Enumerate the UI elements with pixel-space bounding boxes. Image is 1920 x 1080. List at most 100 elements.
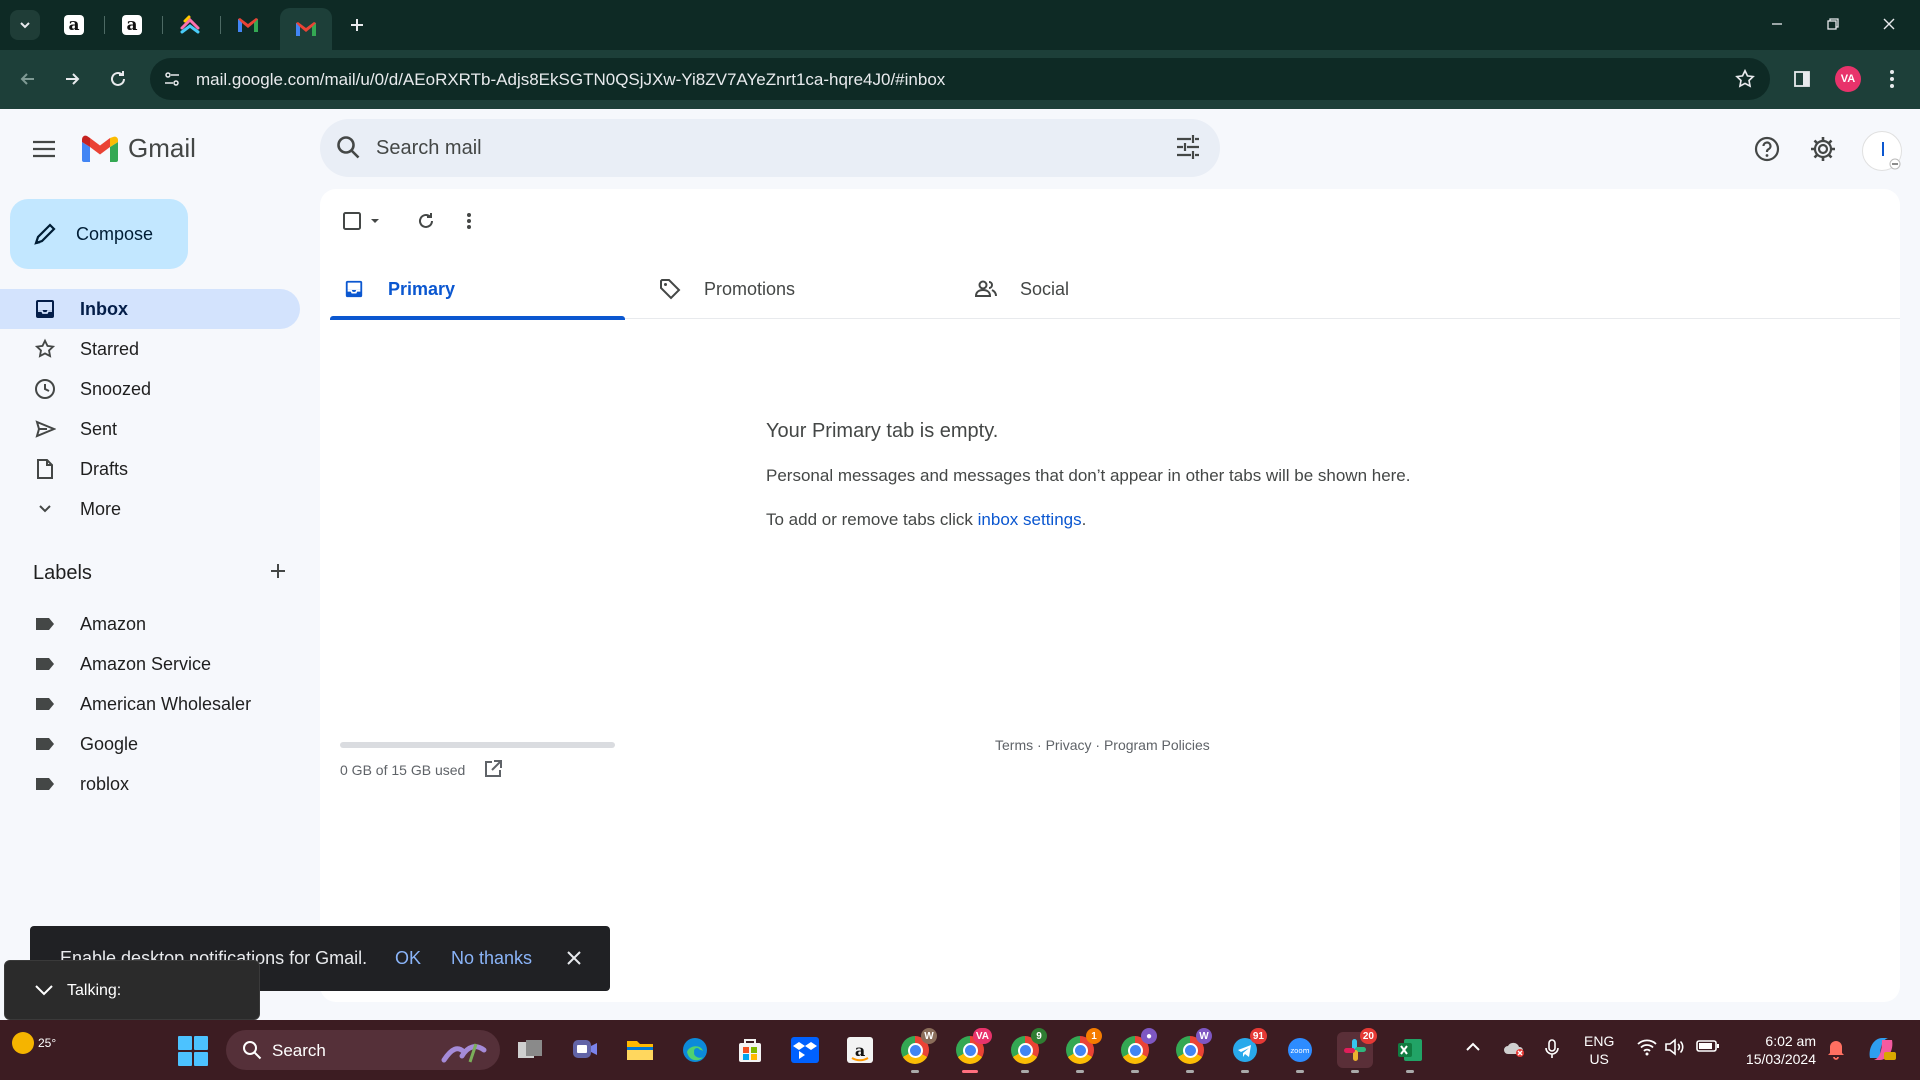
close-window-button[interactable] <box>1866 8 1912 40</box>
forward-button[interactable] <box>56 63 88 95</box>
taskbar-file-explorer[interactable] <box>622 1032 658 1068</box>
close-icon <box>1883 18 1895 30</box>
back-button[interactable] <box>12 63 44 95</box>
taskbar-slack[interactable]: 20 <box>1337 1028 1377 1073</box>
sidebar-item-sent[interactable]: Sent <box>0 409 300 449</box>
language-indicator[interactable]: ENG US <box>1584 1032 1614 1068</box>
program-policies-link[interactable]: Program Policies <box>1104 737 1210 753</box>
select-all-checkbox[interactable] <box>342 203 382 239</box>
side-panel-button[interactable] <box>1786 63 1818 95</box>
taskbar-excel[interactable] <box>1392 1032 1428 1073</box>
snackbar-no-thanks-button[interactable]: No thanks <box>451 948 532 969</box>
taskbar-task-view[interactable] <box>512 1032 548 1068</box>
tab-primary[interactable]: Primary <box>330 259 625 320</box>
search-options-icon[interactable] <box>1174 133 1202 166</box>
pencil-icon <box>34 223 56 245</box>
search-bar[interactable] <box>320 119 1220 177</box>
taskbar-edge[interactable] <box>677 1032 713 1068</box>
sidebar-item-more[interactable]: More <box>0 489 300 529</box>
tab-search-button[interactable] <box>10 10 40 40</box>
send-icon <box>33 417 57 441</box>
label-item[interactable]: Amazon <box>0 604 300 644</box>
volume-status[interactable] <box>1664 1038 1686 1061</box>
taskbar-amazon[interactable]: a <box>842 1032 878 1068</box>
terms-link[interactable]: Terms <box>995 737 1033 753</box>
account-avatar[interactable] <box>1862 131 1902 171</box>
address-bar[interactable]: mail.google.com/mail/u/0/d/AEoRXRTb-Adjs… <box>150 58 1770 100</box>
minimize-button[interactable] <box>1754 8 1800 40</box>
search-input[interactable] <box>376 119 1136 177</box>
windows-taskbar: 25° Search a W VA 9 1 ● W 91 zoom 20 ENG… <box>0 1020 1920 1080</box>
gmail-logo[interactable]: Gmail <box>80 133 196 164</box>
talking-indicator[interactable]: Talking: <box>4 960 260 1020</box>
restore-button[interactable] <box>1810 8 1856 40</box>
caret-down-icon[interactable] <box>368 214 382 228</box>
browser-tab-strip: a a <box>0 0 1920 50</box>
onedrive-status[interactable] <box>1502 1038 1526 1063</box>
reload-button[interactable] <box>102 63 134 95</box>
taskbar-store[interactable] <box>732 1032 768 1068</box>
browser-menu-button[interactable] <box>1876 63 1908 95</box>
copilot-button[interactable] <box>1864 1032 1898 1071</box>
language-code: ENG <box>1584 1033 1615 1049</box>
taskbar-chrome-w[interactable]: W <box>897 1028 937 1073</box>
cloud-error-icon <box>1504 1042 1524 1057</box>
support-button[interactable] <box>1745 127 1789 171</box>
sidebar-item-starred[interactable]: Starred <box>0 329 300 369</box>
browser-tab-clickup[interactable] <box>166 8 214 42</box>
search-highlight-icon <box>441 1043 487 1063</box>
new-tab-button[interactable] <box>342 10 372 40</box>
taskbar-teams[interactable] <box>567 1032 603 1068</box>
search-icon[interactable] <box>334 133 364 168</box>
sidebar-item-inbox[interactable]: Inbox <box>0 289 300 329</box>
label-item[interactable]: Amazon Service <box>0 644 300 684</box>
refresh-button[interactable] <box>416 203 436 239</box>
notifications-button[interactable] <box>1826 1038 1846 1065</box>
tab-promotions[interactable]: Promotions <box>646 259 941 319</box>
url-text[interactable]: mail.google.com/mail/u/0/d/AEoRXRTb-Adjs… <box>196 70 945 90</box>
main-menu-button[interactable] <box>24 129 64 169</box>
taskbar-chrome-va[interactable]: VA <box>952 1028 992 1073</box>
battery-status[interactable] <box>1696 1038 1720 1059</box>
system-clock[interactable]: 6:02 am 15/03/2024 <box>1736 1032 1816 1068</box>
site-info-icon[interactable] <box>162 69 182 89</box>
label-item[interactable]: Google <box>0 724 300 764</box>
tray-overflow-button[interactable] <box>1464 1038 1482 1061</box>
tab-social[interactable]: Social <box>962 259 1257 319</box>
taskbar-dropbox[interactable] <box>787 1032 823 1068</box>
taskbar-telegram[interactable]: 91 <box>1227 1028 1267 1073</box>
microphone-status[interactable] <box>1544 1038 1560 1065</box>
start-button[interactable] <box>178 1036 208 1066</box>
compose-button[interactable]: Compose <box>10 199 188 269</box>
browser-tab-amazon-1[interactable]: a <box>50 8 98 42</box>
taskbar-zoom[interactable]: zoom <box>1282 1032 1318 1073</box>
taskbar-chrome-w2[interactable]: W <box>1172 1028 1212 1073</box>
bookmark-star-icon[interactable] <box>1734 68 1756 95</box>
profile-button[interactable]: VA <box>1832 63 1864 95</box>
close-icon <box>567 951 581 965</box>
running-indicator <box>1241 1070 1249 1073</box>
browser-tab-amazon-2[interactable]: a <box>108 8 156 42</box>
sidebar-item-snoozed[interactable]: Snoozed <box>0 369 300 409</box>
taskbar-chrome-1[interactable]: 1 <box>1062 1028 1102 1073</box>
battery-icon <box>1696 1040 1719 1052</box>
snackbar-ok-button[interactable]: OK <box>395 948 421 969</box>
more-actions-button[interactable] <box>466 203 472 239</box>
taskbar-chrome-9[interactable]: 9 <box>1007 1028 1047 1073</box>
inbox-settings-link[interactable]: inbox settings <box>978 510 1082 529</box>
compose-label: Compose <box>76 223 154 244</box>
settings-button[interactable] <box>1801 127 1845 171</box>
create-label-button[interactable] <box>262 555 294 587</box>
weather-widget[interactable]: 25° <box>12 1032 56 1054</box>
taskbar-search[interactable]: Search <box>226 1030 500 1070</box>
browser-tab-gmail-active[interactable] <box>280 8 332 50</box>
browser-tab-gmail-1[interactable] <box>224 8 272 42</box>
wifi-status[interactable] <box>1636 1038 1658 1061</box>
sidebar-item-drafts[interactable]: Drafts <box>0 449 300 489</box>
privacy-link[interactable]: Privacy <box>1046 737 1092 753</box>
taskbar-chrome-profile[interactable]: ● <box>1117 1028 1157 1073</box>
snackbar-close-button[interactable] <box>562 946 586 970</box>
label-item[interactable]: American Wholesaler <box>0 684 300 724</box>
label-item[interactable]: roblox <box>0 764 300 804</box>
manage-storage-link[interactable] <box>483 759 503 784</box>
